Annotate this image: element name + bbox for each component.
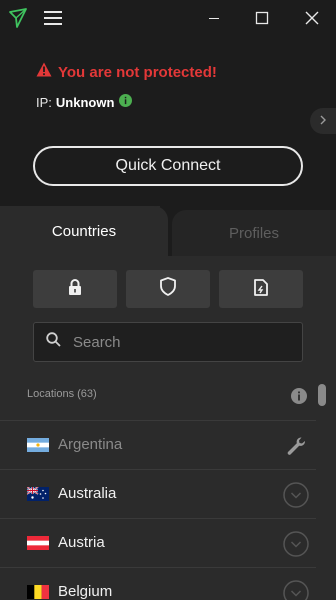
chevron-down-icon[interactable] [283, 531, 309, 557]
chevron-down-icon[interactable] [283, 580, 309, 600]
country-row-argentina[interactable]: Argentina [0, 420, 316, 469]
belgium-flag-icon [27, 585, 49, 599]
title-bar [0, 0, 336, 36]
ip-label: IP: [36, 94, 52, 110]
country-name: Australia [58, 485, 117, 502]
ip-value: Unknown [55, 94, 115, 110]
maximize-button[interactable] [250, 0, 274, 36]
search-box [33, 322, 303, 362]
tab-profiles[interactable]: Profiles [172, 210, 336, 256]
austria-flag-icon [27, 536, 49, 550]
connection-status-panel: You are not protected! IP: Unknown Quick… [0, 36, 336, 206]
country-row-australia[interactable]: Australia [0, 469, 316, 518]
sim-filter-button[interactable] [219, 270, 303, 308]
tab-countries[interactable]: Countries [0, 206, 168, 256]
quick-connect-button[interactable]: Quick Connect [33, 146, 303, 186]
expand-map-button[interactable] [310, 108, 336, 134]
country-list: Argentina Australia Austria Belgium [0, 420, 316, 600]
chevron-down-icon[interactable] [283, 482, 309, 508]
scrollbar-thumb[interactable] [318, 384, 326, 406]
wrench-icon [283, 433, 309, 459]
shield-icon [160, 277, 176, 301]
secure-core-filter-button[interactable] [33, 270, 117, 308]
country-row-austria[interactable]: Austria [0, 518, 316, 567]
australia-flag-icon [27, 487, 49, 501]
protection-warning: You are not protected! [36, 62, 217, 82]
country-name: Austria [58, 534, 105, 551]
warning-text: You are not protected! [58, 63, 217, 81]
argentina-flag-icon [27, 438, 49, 452]
server-panel: Countries Profiles Search Locations (63)… [0, 206, 336, 600]
warning-icon [36, 62, 52, 82]
locations-header: Locations (63) [27, 388, 97, 400]
info-icon[interactable] [291, 388, 307, 404]
lock-icon [68, 278, 82, 301]
ip-info-icon[interactable] [119, 94, 133, 110]
app-logo-icon [6, 0, 30, 36]
search-input[interactable] [71, 332, 291, 352]
search-icon [46, 332, 61, 352]
minimize-button[interactable] [202, 0, 226, 36]
hamburger-menu-icon[interactable] [42, 0, 64, 36]
vpn-app-window: You are not protected! IP: Unknown Quick… [0, 0, 336, 600]
close-button[interactable] [300, 0, 324, 36]
country-name: Belgium [58, 583, 113, 600]
ip-row: IP: Unknown [36, 94, 133, 110]
list-scrollbar[interactable] [318, 384, 326, 600]
sim-card-icon [254, 278, 268, 301]
country-name: Argentina [58, 436, 123, 453]
netshield-filter-button[interactable] [126, 270, 210, 308]
country-row-belgium[interactable]: Belgium [0, 567, 316, 600]
chevron-right-icon [319, 112, 327, 130]
